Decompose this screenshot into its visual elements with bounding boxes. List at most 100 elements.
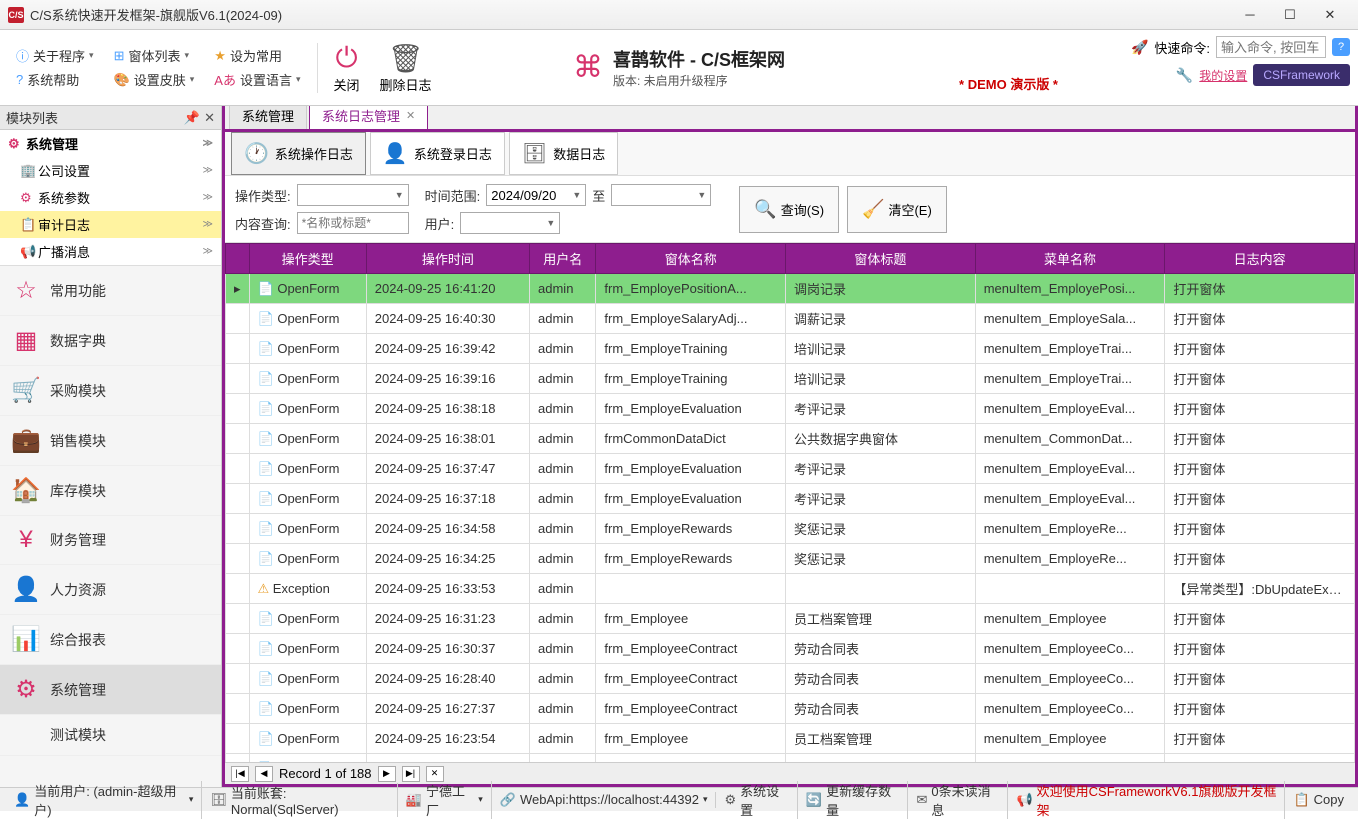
nav-item-2[interactable]: 🛒采购模块: [0, 366, 221, 416]
tree-root[interactable]: ⚙系统管理≫: [0, 130, 221, 157]
about-button[interactable]: ⓘ关于程序▾: [10, 44, 100, 67]
row-type-icon: 📄: [258, 641, 274, 656]
nav-item-1[interactable]: ▦数据字典: [0, 316, 221, 366]
nav-prev[interactable]: ◀: [255, 766, 273, 782]
csframework-button[interactable]: CSFramework: [1253, 64, 1350, 86]
nav-next[interactable]: ▶: [378, 766, 396, 782]
table-row[interactable]: 📄 OpenForm 2024-09-25 16:37:18adminfrm_E…: [226, 484, 1355, 514]
table-row[interactable]: 📄 OpenForm 2024-09-25 16:40:30adminfrm_E…: [226, 304, 1355, 334]
table-row[interactable]: 📄 OpenForm 2024-09-25 16:39:42adminfrm_E…: [226, 334, 1355, 364]
sb-sysset[interactable]: ⚙系统设置: [716, 781, 797, 819]
table-row[interactable]: 📄 OpenForm 2024-09-25 16:38:18adminfrm_E…: [226, 394, 1355, 424]
query-button[interactable]: 🔍查询(S): [739, 186, 839, 233]
delete-icon: 🗑: [388, 41, 424, 75]
tree-item-3[interactable]: 📢广播消息≫: [0, 238, 221, 265]
table-row[interactable]: 📄 OpenForm 2024-09-25 16:23:48adminfrmMa…: [226, 754, 1355, 763]
sb-unread[interactable]: ✉0条未读消息: [908, 781, 1008, 819]
db-icon: 🗄: [210, 792, 227, 808]
date-from[interactable]: 2024/09/20▼: [486, 184, 586, 206]
maximize-button[interactable]: ☐: [1270, 1, 1310, 29]
nav-item-7[interactable]: 📊综合报表: [0, 615, 221, 665]
expand-icon[interactable]: ≫: [203, 138, 213, 149]
link-icon: 🔗: [500, 792, 516, 808]
table-row[interactable]: 📄 OpenForm 2024-09-25 16:39:16adminfrm_E…: [226, 364, 1355, 394]
setdefault-button[interactable]: ★设为常用: [208, 44, 306, 67]
date-to[interactable]: ▼: [611, 184, 711, 206]
tree-item-0[interactable]: 🏢公司设置≫: [0, 157, 221, 184]
subtab-loginlog[interactable]: 👤系统登录日志: [370, 132, 505, 175]
col-header[interactable]: 操作时间: [366, 244, 529, 274]
col-header[interactable]: 日志内容: [1165, 244, 1355, 274]
table-row[interactable]: 📄 OpenForm 2024-09-25 16:28:40adminfrm_E…: [226, 664, 1355, 694]
lang-button[interactable]: Aあ设置语言▾: [208, 68, 306, 91]
content-input[interactable]: [297, 212, 409, 234]
tab-close-icon[interactable]: ✕: [406, 109, 415, 122]
sidebar-title: 模块列表: [6, 108, 58, 127]
dellog-button[interactable]: 🗑删除日志: [370, 35, 442, 100]
col-header[interactable]: 窗体标题: [786, 244, 976, 274]
brand-name: 喜鹊软件 - C/S框架网: [613, 46, 785, 72]
syshelp-button[interactable]: ?系统帮助: [10, 68, 100, 91]
optype-combo[interactable]: ▼: [297, 184, 409, 206]
minimize-button[interactable]: ─: [1230, 1, 1270, 29]
nav-item-9[interactable]: 测试模块: [0, 715, 221, 756]
row-type-icon: ⚠: [258, 581, 270, 596]
table-row[interactable]: ▸ 📄 OpenForm 2024-09-25 16:41:20adminfrm…: [226, 274, 1355, 304]
tree-item-2[interactable]: 📋审计日志≫: [0, 211, 221, 238]
clear-button[interactable]: 🧹清空(E): [847, 186, 947, 233]
table-row[interactable]: 📄 OpenForm 2024-09-25 16:31:23adminfrm_E…: [226, 604, 1355, 634]
close-button[interactable]: ✕: [1310, 1, 1350, 29]
table-row[interactable]: 📄 OpenForm 2024-09-25 16:34:25adminfrm_E…: [226, 544, 1355, 574]
col-header[interactable]: 窗体名称: [596, 244, 786, 274]
skin-button[interactable]: 🎨设置皮肤▾: [108, 68, 201, 91]
mysettings-link[interactable]: 我的设置: [1199, 67, 1247, 84]
nav-item-3[interactable]: 💼销售模块: [0, 416, 221, 466]
user-combo[interactable]: ▼: [460, 212, 560, 234]
row-type-icon: 📄: [258, 761, 274, 763]
table-row[interactable]: 📄 OpenForm 2024-09-25 16:34:58adminfrm_E…: [226, 514, 1355, 544]
sb-copy[interactable]: 📋Copy: [1285, 792, 1352, 808]
nav-item-0[interactable]: ☆常用功能: [0, 266, 221, 316]
table-row[interactable]: 📄 OpenForm 2024-09-25 16:30:37adminfrm_E…: [226, 634, 1355, 664]
table-row[interactable]: ⚠ Exception 2024-09-25 16:33:53admin【异常类…: [226, 574, 1355, 604]
nav-item-6[interactable]: 👤人力资源: [0, 565, 221, 615]
tree-icon: 📋: [20, 217, 38, 233]
table-row[interactable]: 📄 OpenForm 2024-09-25 16:27:37adminfrm_E…: [226, 694, 1355, 724]
nav-item-4[interactable]: 🏠库存模块: [0, 466, 221, 516]
expand-icon[interactable]: ≫: [203, 165, 213, 176]
nav-first[interactable]: |◀: [231, 766, 249, 782]
table-row[interactable]: 📄 OpenForm 2024-09-25 16:37:47adminfrm_E…: [226, 454, 1355, 484]
col-header[interactable]: 操作类型: [249, 244, 366, 274]
col-header[interactable]: 菜单名称: [975, 244, 1165, 274]
winlist-button[interactable]: ⊞窗体列表▾: [108, 44, 201, 67]
expand-icon[interactable]: ≫: [203, 246, 213, 257]
nav-item-5[interactable]: ¥财务管理: [0, 516, 221, 565]
nav-last[interactable]: ▶|: [402, 766, 420, 782]
sb-factory[interactable]: 🏭宁德工厂▾: [398, 781, 492, 819]
close-panel-icon[interactable]: ✕: [204, 110, 215, 126]
star-icon: ★: [214, 48, 226, 64]
subtab-oplog[interactable]: 🕐系统操作日志: [231, 132, 366, 175]
nav-item-8[interactable]: ⚙系统管理: [0, 665, 221, 715]
row-type-icon: 📄: [258, 521, 274, 536]
power-icon: ⏻: [335, 41, 357, 75]
table-row[interactable]: 📄 OpenForm 2024-09-25 16:38:01adminfrmCo…: [226, 424, 1355, 454]
pin-icon[interactable]: 📌: [184, 110, 200, 126]
table-row[interactable]: 📄 OpenForm 2024-09-25 16:23:54adminfrm_E…: [226, 724, 1355, 754]
sb-acct[interactable]: 🗄当前账套: Normal(SqlServer): [202, 783, 397, 817]
sb-cache[interactable]: 🔄更新缓存数量: [798, 781, 909, 819]
close-big-button[interactable]: ⏻关闭: [324, 35, 370, 100]
help-badge[interactable]: ?: [1332, 38, 1350, 56]
expand-icon[interactable]: ≫: [203, 192, 213, 203]
nav-icon: 🛒: [12, 376, 40, 405]
expand-icon[interactable]: ≫: [203, 219, 213, 230]
refresh-icon: 🔄: [806, 792, 822, 808]
info-icon: ⓘ: [16, 46, 29, 65]
tree-item-1[interactable]: ⚙系统参数≫: [0, 184, 221, 211]
sb-user[interactable]: 👤当前用户: (admin-超级用户)▾: [6, 781, 202, 819]
quickcmd-input[interactable]: [1216, 36, 1326, 58]
col-header[interactable]: 用户名: [530, 244, 596, 274]
subtab-datalog[interactable]: 🗄数据日志: [509, 132, 618, 175]
sb-webapi[interactable]: 🔗WebApi:https://localhost:44392▾: [492, 792, 717, 808]
nav-x[interactable]: ✕: [426, 766, 444, 782]
